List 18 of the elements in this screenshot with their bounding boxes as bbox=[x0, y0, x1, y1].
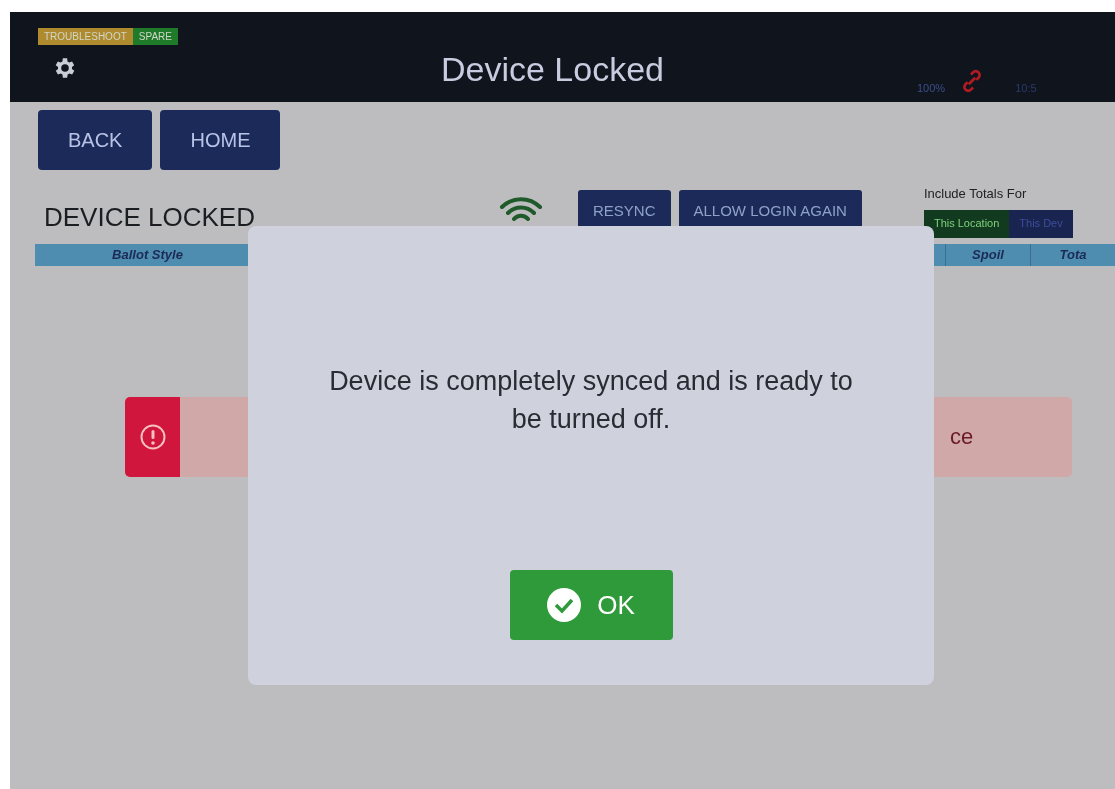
alert-text: ce bbox=[950, 423, 974, 451]
column-header: Spoil bbox=[945, 243, 1030, 266]
window-title: Device Locked bbox=[441, 49, 664, 90]
battery-level: 100% bbox=[917, 80, 946, 96]
column-header: Tota bbox=[1030, 243, 1115, 266]
check-icon bbox=[547, 588, 582, 622]
page-heading: DEVICE LOCKED bbox=[44, 201, 256, 234]
mode-tag: TROUBLESHOOT bbox=[38, 28, 133, 45]
totals-toggle[interactable]: This Location bbox=[923, 209, 1010, 238]
warning-icon bbox=[139, 423, 166, 450]
clock-time: 10:5 bbox=[1015, 80, 1037, 96]
nav-button[interactable]: HOME bbox=[160, 110, 281, 170]
nav-button[interactable]: BACK bbox=[38, 110, 153, 170]
totals-label: Include Totals For bbox=[923, 185, 1028, 203]
dialog-message: Device is completely synced and is ready to be turned off. bbox=[328, 365, 854, 436]
mode-tag: SPARE bbox=[132, 28, 178, 45]
column-header: Ballot Style bbox=[111, 245, 184, 264]
ok-button[interactable]: OK bbox=[509, 570, 673, 640]
